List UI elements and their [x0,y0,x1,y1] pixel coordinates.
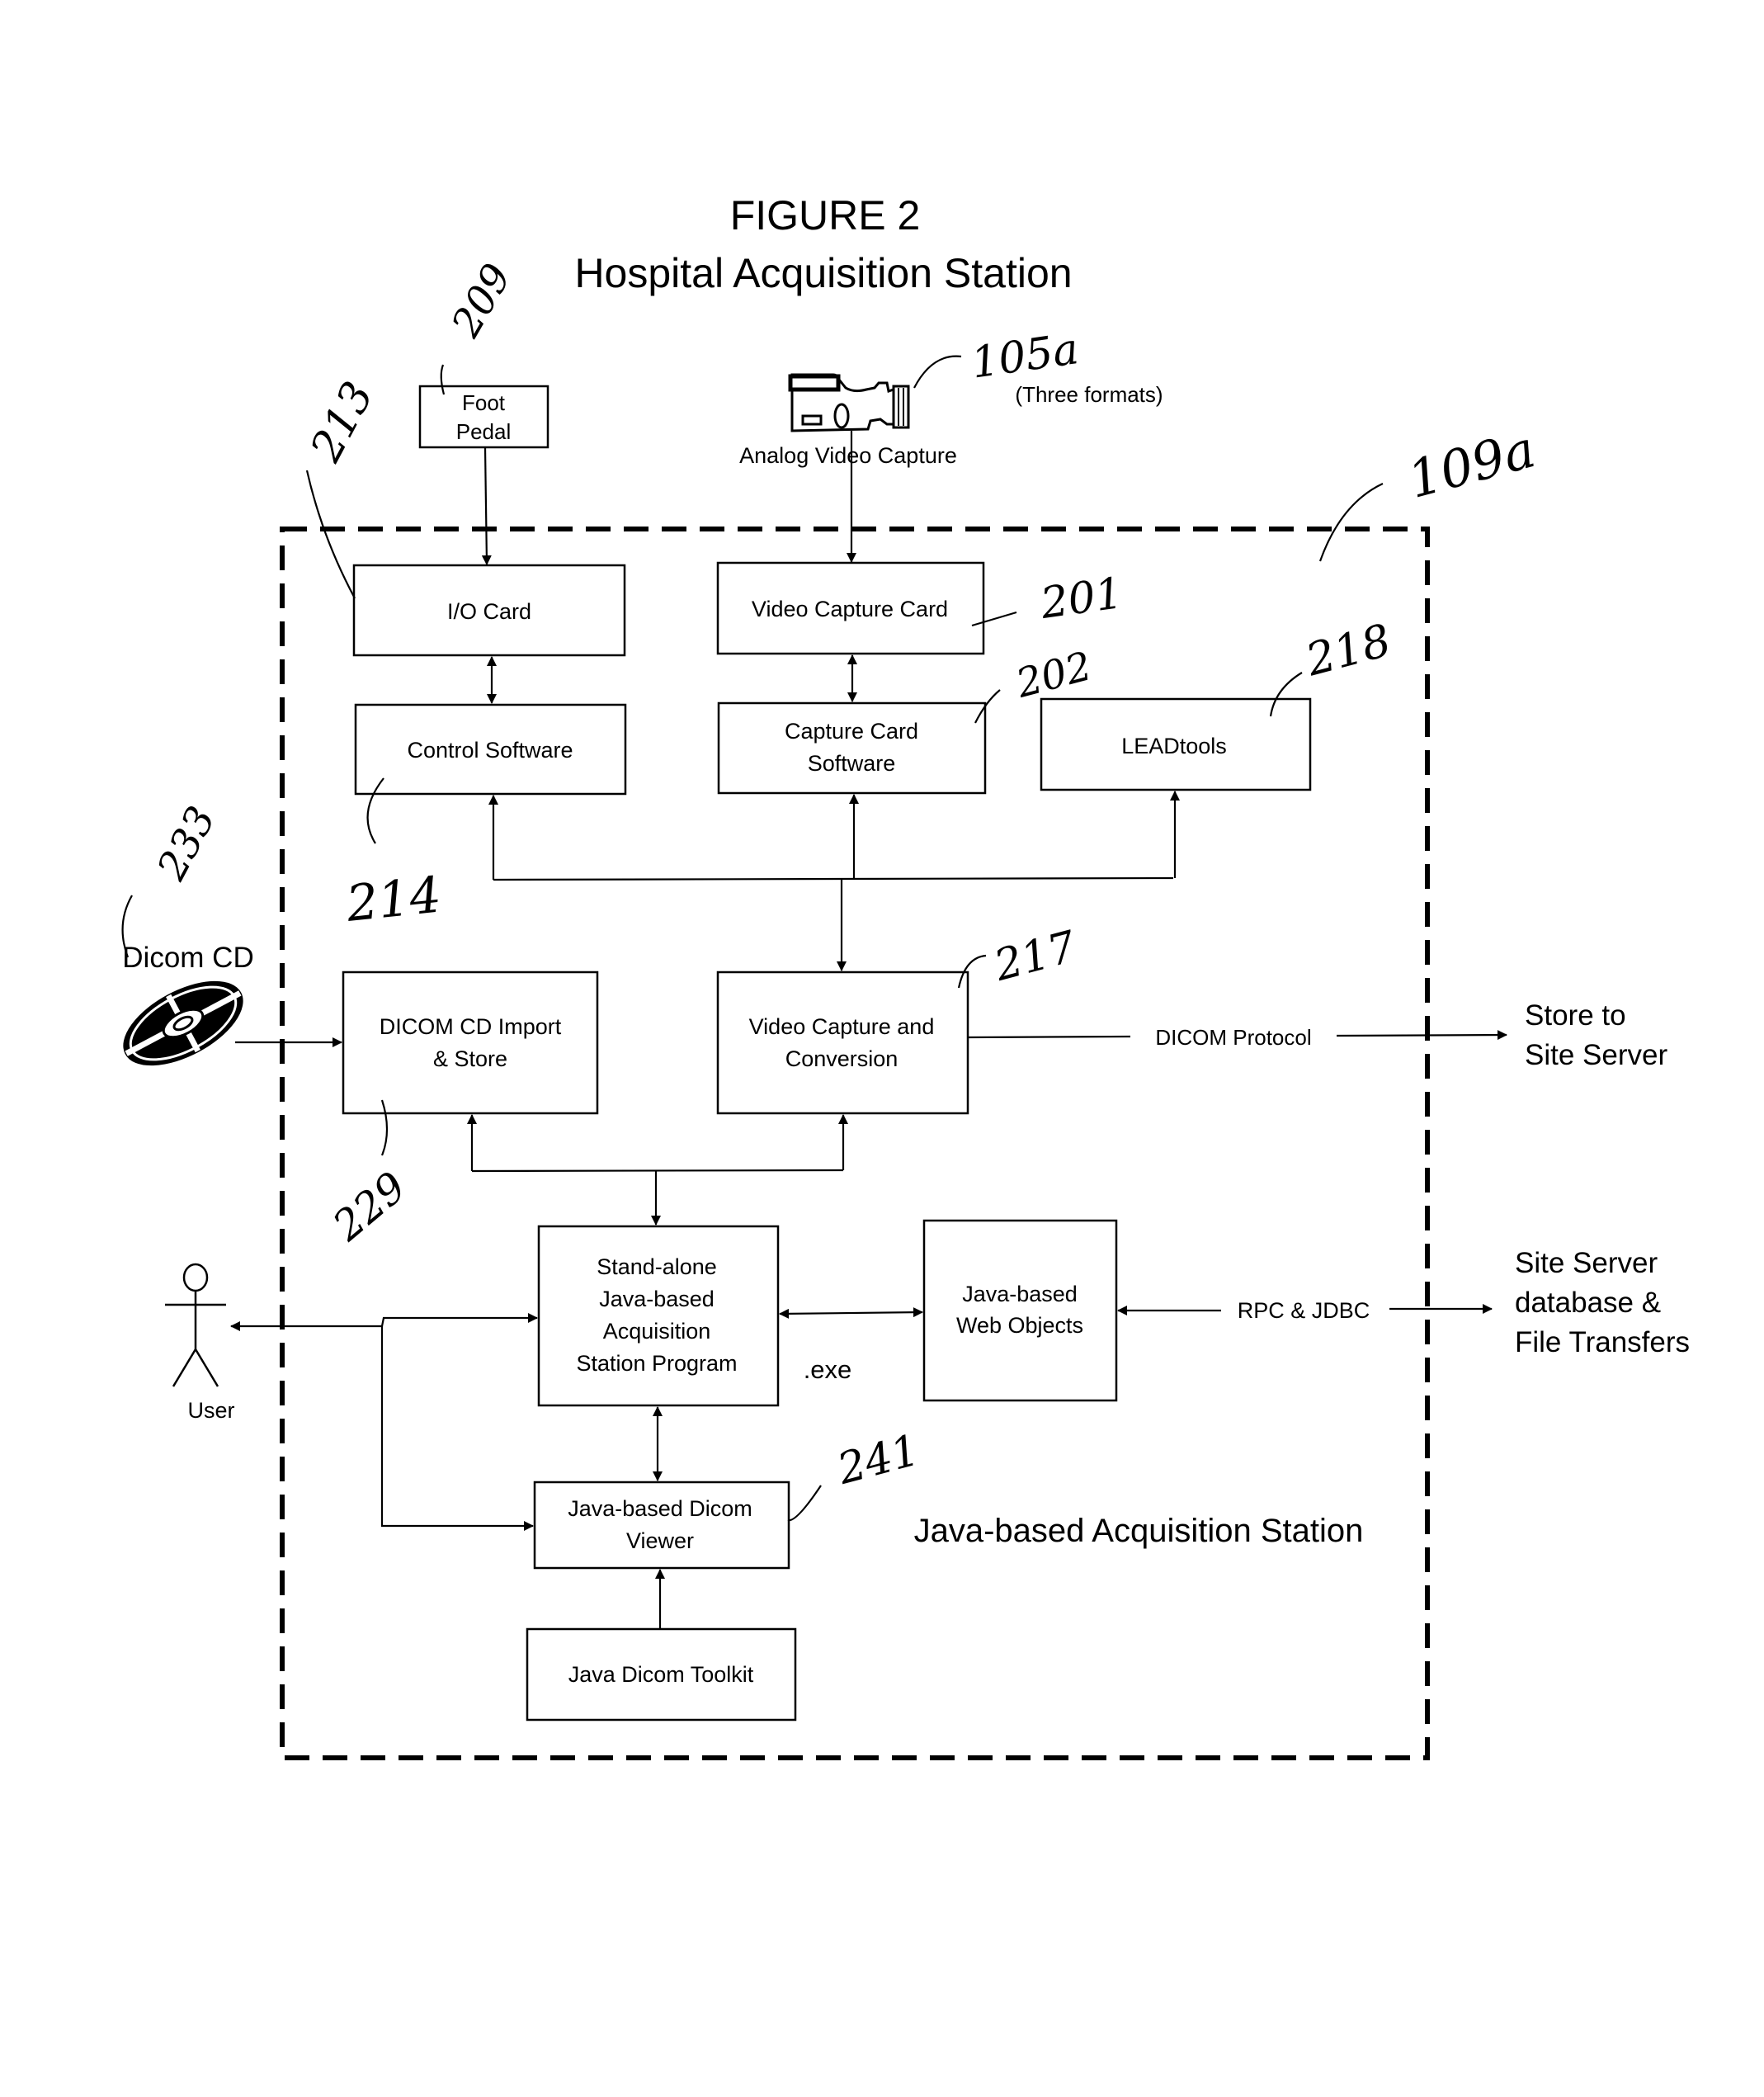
box-label: Control Software [407,738,573,763]
box-label: Web Objects [956,1313,1083,1338]
box-label: Conversion [785,1046,899,1071]
video-camera-icon [788,373,910,432]
station-boundary-label: Java-based Acquisition Station [914,1513,1364,1549]
foot-pedal: Foot Pedal [418,385,549,449]
user-junction-line [380,1326,534,1531]
capture-card-software-box: Capture Card Software [717,701,987,795]
box-label: & Store [433,1046,507,1071]
box-label: Station Program [576,1351,737,1376]
box-label: Java-based [962,1282,1078,1306]
cd-disc-icon [123,980,243,1066]
figure-title: Hospital Acquisition Station [574,250,1072,296]
web-objects-box: Java-based Web Objects [922,1219,1118,1402]
dicom-cd-label: Dicom CD [122,942,253,974]
box-label: Video Capture Card [752,597,948,621]
ref-numeral: 241 [832,1425,924,1495]
dicom-toolkit-box: Java Dicom Toolkit [526,1627,797,1722]
box-label: Software [808,751,896,776]
ref-numeral: 202 [1011,643,1097,707]
ref-numeral: 218 [1300,614,1397,687]
lower-bus-line [471,1169,844,1173]
dicom-viewer-box: Java-based Dicom Viewer [533,1481,790,1570]
ref-numeral: 105a [969,324,1082,389]
ref-numeral: 109a [1402,418,1541,510]
standalone-program-box: Stand-alone Java-based Acquisition Stati… [537,1225,780,1407]
site-server-label: File Transfers [1515,1326,1690,1358]
standalone-webobjects-arrow [779,1307,923,1319]
box-label: Viewer [626,1528,694,1553]
site-server-label: Site Server [1515,1247,1658,1279]
store-target-label: Site Server [1525,1039,1667,1071]
hospital-acquisition-diagram: FIGURE 2 Hospital Acquisition Station Ja… [121,192,1690,1760]
camera-note: (Three formats) [1015,382,1163,407]
dicom-protocol-arrow [1336,1030,1507,1041]
camera-label: Analog Video Capture [739,443,957,468]
dicom-cd-import-box: DICOM CD Import & Store [342,971,599,1115]
box-label: Capture Card [785,719,918,744]
box-label: Java-based Dicom [568,1496,752,1521]
ref-numeral: 213 [301,374,384,470]
ref-numeral: 209 [442,256,521,345]
pedal-to-io-arrow [481,446,492,565]
ref-numeral: 217 [988,922,1082,991]
ref-numeral: 214 [343,866,444,933]
box-label: I/O Card [447,599,531,624]
box-label: Stand-alone [597,1254,717,1279]
box-label: LEADtools [1121,734,1227,758]
user-to-standalone-line [380,1313,538,1327]
video-capture-conversion-box: Video Capture and Conversion [716,971,969,1115]
user-label: User [187,1398,234,1423]
box-label: Video Capture and [749,1014,935,1039]
bus-line [493,876,1174,881]
foot-pedal-label: Pedal [456,419,512,444]
control-software-box: Control Software [354,703,627,796]
site-server-label: database & [1515,1287,1661,1319]
figure-number: FIGURE 2 [730,192,921,239]
exe-label: .exe [804,1355,852,1384]
video-capture-card-box: Video Capture Card [716,561,985,655]
ref-numeral: 233 [149,799,225,888]
store-target-label: Store to [1525,999,1626,1032]
box-label: Acquisition [603,1319,711,1344]
box-label: DICOM CD Import [380,1014,562,1039]
box-label: Java-based [599,1287,715,1311]
dicom-protocol-label: DICOM Protocol [1155,1025,1311,1050]
rpc-jdbc-label: RPC & JDBC [1238,1298,1370,1323]
ref-numeral: 201 [1037,569,1126,629]
io-card-box: I/O Card [352,564,626,657]
foot-pedal-label: Foot [462,390,506,415]
box-label: Java Dicom Toolkit [568,1662,754,1687]
user-icon [165,1263,226,1387]
leadtools-box: LEADtools [1040,697,1312,791]
ref-numeral: 229 [323,1163,415,1250]
